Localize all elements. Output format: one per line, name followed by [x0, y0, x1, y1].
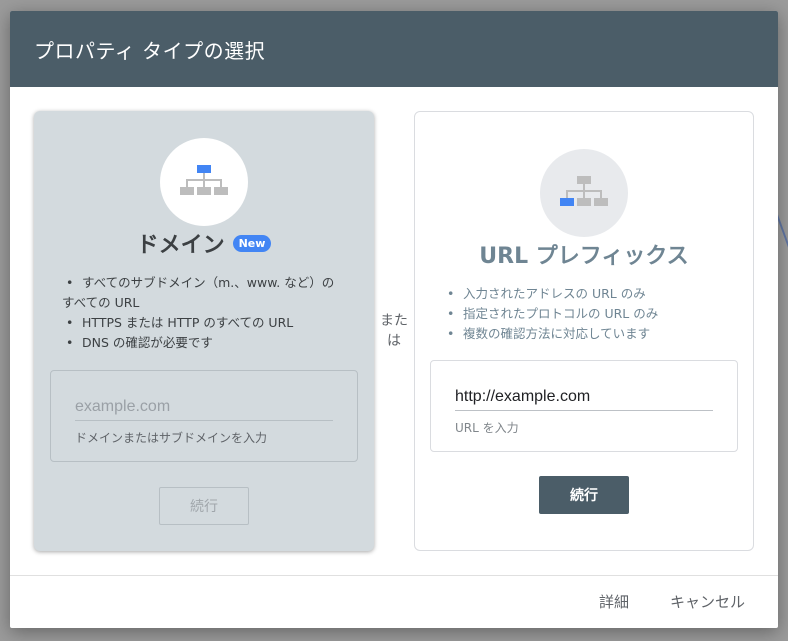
url-prefix-property-card[interactable]: URL プレフィックス 入力されたアドレスの URL のみ 指定されたプロトコル…	[414, 111, 754, 551]
domain-title-text: ドメイン	[136, 233, 225, 258]
list-item: DNS の確認が必要です	[62, 333, 362, 353]
domain-input[interactable]	[75, 393, 333, 421]
url-input-helper: URL を入力	[455, 421, 519, 435]
url-icon-circle	[540, 149, 628, 237]
url-continue-button[interactable]: 続行	[539, 476, 629, 514]
url-feature-list: 入力されたアドレスの URL のみ 指定されたプロトコルの URL のみ 複数の…	[443, 284, 743, 344]
domain-feature-list: すべてのサブドメイン（m.、www. など）の すべての URL HTTPS ま…	[62, 273, 362, 353]
domain-icon-circle	[160, 138, 248, 226]
list-item: 複数の確認方法に対応しています	[443, 324, 743, 344]
list-item: 入力されたアドレスの URL のみ	[443, 284, 743, 304]
domain-input-box: ドメインまたはサブドメインを入力	[50, 370, 358, 462]
domain-input-helper: ドメインまたはサブドメインを入力	[75, 431, 268, 445]
dialog-footer: 詳細 キャンセル	[10, 575, 778, 628]
domain-property-card[interactable]: ドメイン New すべてのサブドメイン（m.、www. など）の すべての UR…	[34, 111, 374, 551]
url-card-title: URL プレフィックス	[479, 244, 689, 269]
property-type-dialog: プロパティ タイプの選択 ドメイン New すべてのサブドメイン（m.、www.…	[10, 11, 778, 628]
dialog-header: プロパティ タイプの選択	[10, 11, 778, 87]
sitemap-icon	[560, 176, 608, 206]
new-badge: New	[232, 234, 272, 252]
domain-continue-button[interactable]: 続行	[159, 487, 249, 525]
list-item: 指定されたプロトコルの URL のみ	[443, 304, 743, 324]
domain-card-title: ドメイン New	[34, 227, 374, 259]
dialog-title: プロパティ タイプの選択	[34, 38, 266, 63]
url-input[interactable]	[455, 383, 713, 411]
list-item: HTTPS または HTTP のすべての URL	[62, 313, 362, 333]
sitemap-icon	[180, 165, 228, 195]
cancel-button[interactable]: キャンセル	[670, 591, 745, 612]
list-item: すべてのサブドメイン（m.、www. など）の すべての URL	[62, 273, 362, 313]
or-separator: また は	[380, 313, 408, 349]
url-input-box: URL を入力	[430, 360, 738, 452]
detail-button[interactable]: 詳細	[599, 591, 629, 612]
